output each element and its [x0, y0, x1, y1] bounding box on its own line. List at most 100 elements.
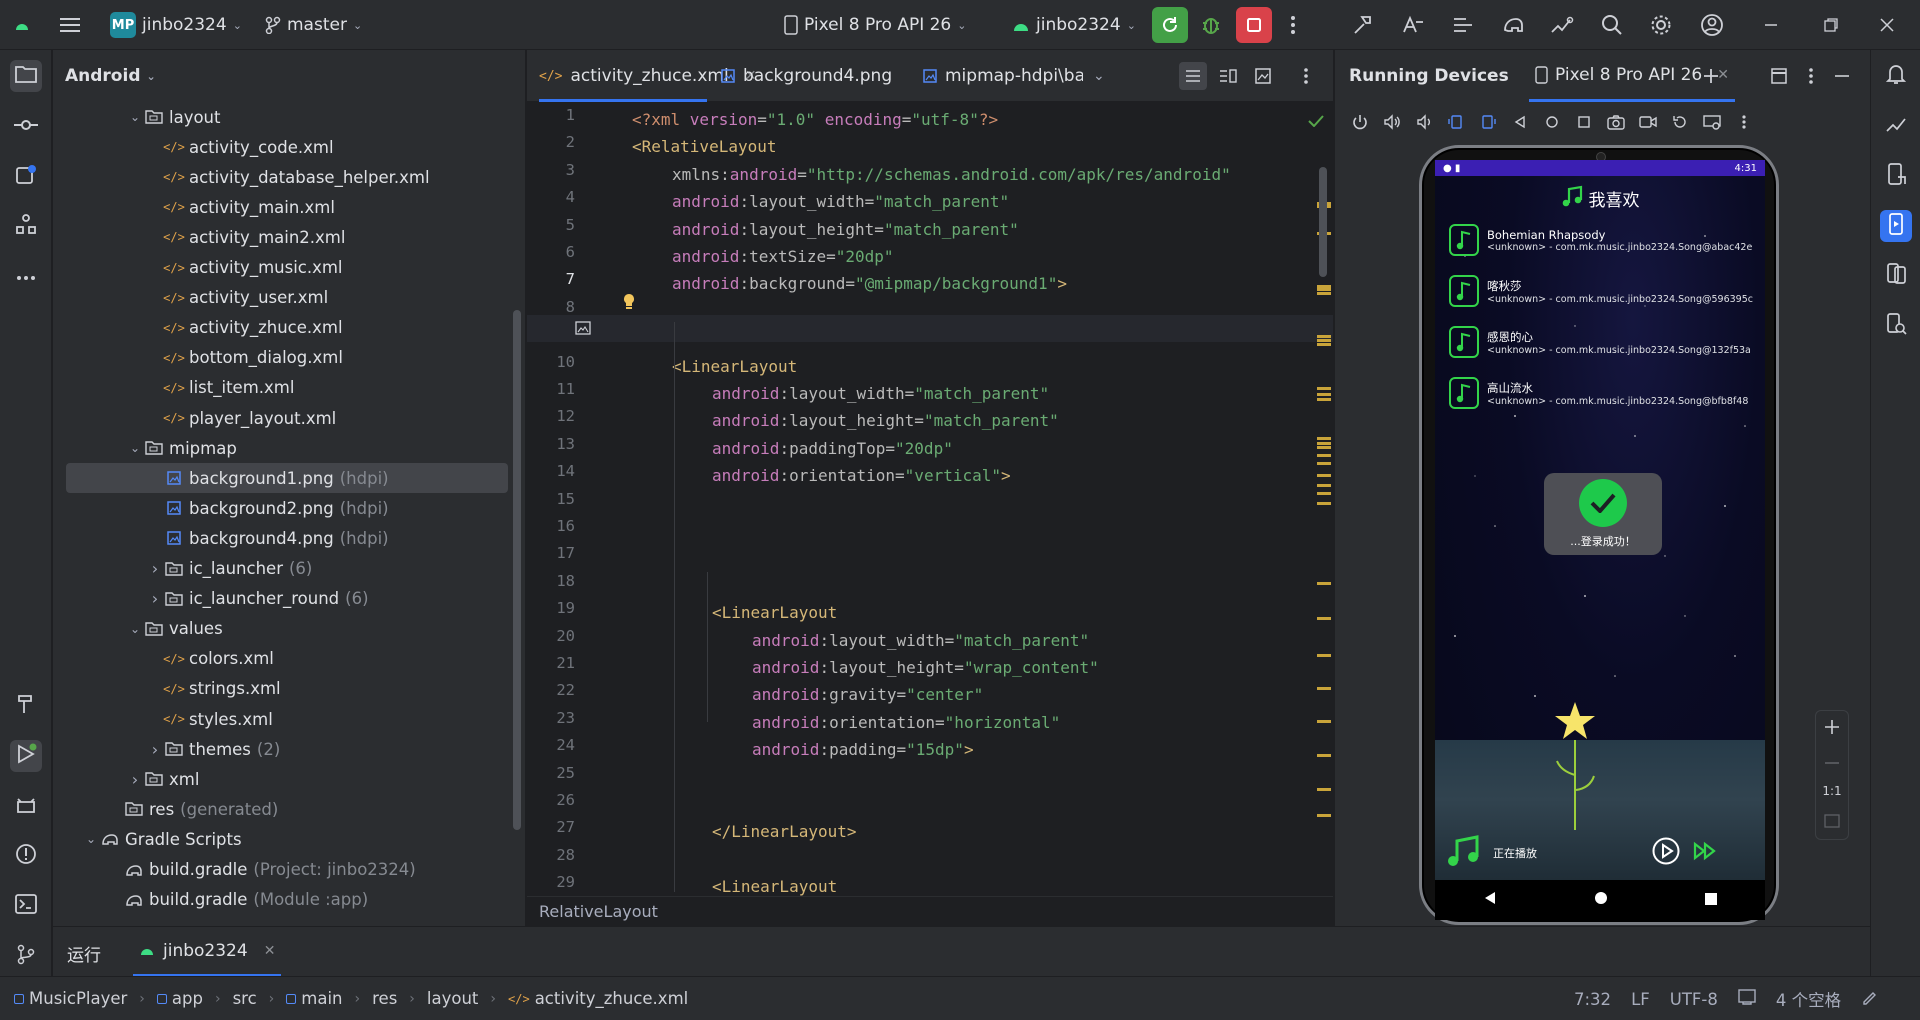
rotate-right-icon[interactable]	[1477, 112, 1498, 133]
more-vertical-icon[interactable]	[1808, 67, 1814, 85]
breadcrumb-item[interactable]: MusicPlayer	[14, 989, 127, 1008]
now-playing-bar[interactable]: 正在播放	[1435, 826, 1765, 880]
memory-indicator-icon[interactable]	[1738, 989, 1756, 1009]
tree-item[interactable]: </> styles.xml	[66, 704, 508, 734]
project-scrollbar[interactable]	[513, 310, 521, 830]
zoom-actual-size-button[interactable]: 1:1	[1822, 784, 1841, 798]
phone-screen[interactable]: ● ▮ 4:31 我喜欢 Bohemian Rhapsody <unknown> …	[1435, 160, 1765, 880]
hide-panel-icon[interactable]	[1835, 74, 1849, 78]
tree-item[interactable]: </> activity_user.xml	[66, 283, 508, 313]
run-tool-button[interactable]	[10, 740, 42, 772]
chevron-right-icon[interactable]: ›	[126, 770, 144, 789]
warning-marker[interactable]	[1317, 502, 1331, 505]
screen-record-icon[interactable]	[1637, 112, 1658, 133]
tree-item[interactable]: </> strings.xml	[66, 674, 508, 704]
warning-marker[interactable]	[1317, 446, 1331, 449]
code-line[interactable]: android:orientation="horizontal"	[752, 709, 1060, 736]
warning-marker[interactable]	[1317, 335, 1331, 338]
code-line[interactable]: android:padding="15dp">	[752, 736, 974, 763]
warning-marker[interactable]	[1317, 387, 1331, 390]
chevron-down-icon[interactable]: ⌄	[126, 110, 144, 124]
tree-item[interactable]: </> activity_music.xml	[66, 253, 508, 283]
caret-position[interactable]: 7:32	[1574, 990, 1611, 1009]
tree-item[interactable]: background2.png (hdpi)	[66, 493, 508, 523]
warning-marker[interactable]	[1317, 654, 1331, 657]
code-line[interactable]: android:layout_height="wrap_content"	[752, 654, 1099, 681]
device-mirroring-button[interactable]	[1880, 260, 1912, 292]
gradle-button[interactable]	[1502, 0, 1524, 50]
code-line[interactable]: android:gravity="center"	[752, 681, 983, 708]
editor-more-button[interactable]	[1303, 50, 1309, 102]
song-list-item[interactable]: 高山流水 <unknown> - com.mk.music.jinbo2324.S…	[1449, 373, 1759, 413]
warning-marker[interactable]	[1317, 814, 1331, 817]
warning-marker[interactable]	[1317, 462, 1331, 465]
rotate-left-icon[interactable]	[1445, 112, 1466, 133]
warning-marker[interactable]	[1317, 339, 1331, 342]
tree-item[interactable]: ⌄ layout	[66, 102, 508, 132]
zoom-in-icon[interactable]	[1824, 719, 1840, 738]
nav-recents-icon[interactable]	[1704, 890, 1717, 910]
window-layout-icon[interactable]	[1771, 68, 1787, 84]
nav-home-icon[interactable]	[1594, 890, 1608, 910]
run-tab[interactable]: jinbo2324 ✕	[133, 927, 282, 977]
vcs-branch-widget[interactable]: master ⌄	[265, 0, 362, 50]
device-selector[interactable]: Pixel 8 Pro API 26 ⌄	[784, 0, 966, 50]
search-button[interactable]	[1601, 0, 1623, 50]
tree-item[interactable]: ⌄ Gradle Scripts	[66, 824, 508, 854]
editor-scrollbar[interactable]	[1319, 167, 1327, 277]
more-tools-button[interactable]	[10, 260, 42, 292]
breadcrumb-item[interactable]: app	[156, 989, 203, 1008]
tree-item[interactable]: </> activity_database_helper.xml	[66, 162, 508, 192]
more-actions-button[interactable]	[1290, 0, 1296, 50]
warning-marker[interactable]	[1317, 484, 1331, 487]
chevron-right-icon[interactable]: ›	[146, 589, 164, 608]
design-view-toggle[interactable]	[1255, 50, 1271, 102]
file-encoding[interactable]: UTF-8	[1670, 990, 1718, 1009]
project-view-selector[interactable]: Android ⌄	[53, 50, 525, 102]
code-line[interactable]: android:layout_width="match_parent"	[712, 380, 1049, 407]
tree-item[interactable]: </> bottom_dialog.xml	[66, 343, 508, 373]
tree-item[interactable]: </> activity_main2.xml	[66, 222, 508, 252]
minimize-button[interactable]	[1764, 0, 1778, 50]
zoom-fit-icon[interactable]	[1824, 814, 1840, 831]
add-device-icon[interactable]	[1703, 68, 1719, 84]
play-button-icon[interactable]	[1651, 836, 1681, 871]
warning-marker[interactable]	[1317, 442, 1331, 445]
tree-item[interactable]: </> activity_main.xml	[66, 192, 508, 222]
close-icon[interactable]: ✕	[1717, 67, 1729, 83]
problems-tool-button[interactable]	[10, 840, 42, 872]
code-line[interactable]: android:orientation="vertical">	[712, 462, 1011, 489]
account-button[interactable]	[1700, 0, 1724, 50]
tree-item[interactable]: ⌄ values	[66, 614, 508, 644]
tree-item[interactable]: background4.png (hdpi)	[66, 523, 508, 553]
tree-item[interactable]: ⌄ mipmap	[66, 433, 508, 463]
more-vertical-icon[interactable]	[1733, 112, 1754, 133]
breadcrumb-item[interactable]: src	[233, 989, 257, 1008]
debug-button[interactable]	[1200, 0, 1222, 50]
terminal-tool-button[interactable]	[10, 890, 42, 922]
code-line[interactable]: </LinearLayout>	[712, 818, 857, 845]
lock-edit-icon[interactable]	[1861, 989, 1877, 1009]
sdk-manager-button[interactable]	[1550, 0, 1574, 50]
chevron-right-icon[interactable]: ›	[146, 559, 164, 578]
tree-item[interactable]: background1.png (hdpi)	[66, 463, 508, 494]
next-track-icon[interactable]	[1693, 841, 1717, 866]
warning-marker[interactable]	[1317, 617, 1331, 620]
warning-marker[interactable]	[1317, 687, 1331, 690]
warning-marker[interactable]	[1317, 454, 1331, 457]
gemini-button[interactable]	[1880, 110, 1912, 142]
logcat-tool-button[interactable]	[10, 790, 42, 822]
back-icon[interactable]	[1509, 112, 1530, 133]
version-control-tool-button[interactable]	[10, 940, 42, 972]
code-line[interactable]: <RelativeLayout	[632, 133, 777, 160]
breadcrumb-item[interactable]: </> activity_zhuce.xml	[508, 989, 688, 1008]
warning-marker[interactable]	[1317, 720, 1331, 723]
song-list-item[interactable]: Bohemian Rhapsody <unknown> - com.mk.musi…	[1449, 220, 1759, 260]
chevron-down-icon[interactable]: ⌄	[126, 441, 144, 455]
tree-item[interactable]: </> list_item.xml	[66, 373, 508, 403]
breadcrumb-item[interactable]: layout	[427, 989, 478, 1008]
image-gutter-icon[interactable]	[575, 320, 591, 340]
chevron-down-icon[interactable]: ⌄	[126, 622, 144, 636]
run-config-selector[interactable]: jinbo2324 ⌄	[1012, 0, 1136, 50]
volume-up-icon[interactable]	[1381, 112, 1402, 133]
